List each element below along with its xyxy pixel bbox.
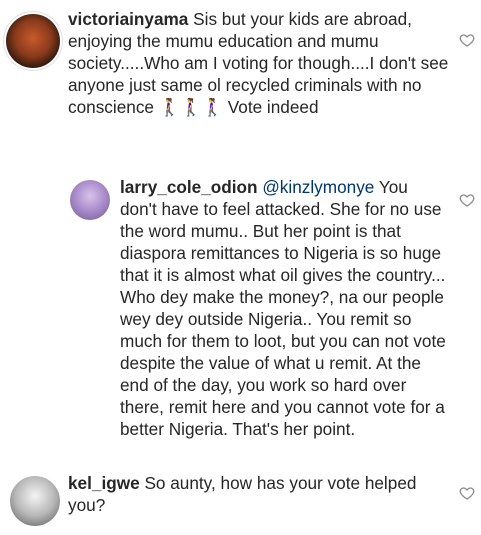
comment-body: kel_igwe So aunty, how has your vote hel…: [68, 472, 454, 516]
comment-username[interactable]: kel_igwe: [68, 473, 140, 493]
avatar[interactable]: [70, 180, 110, 220]
avatar[interactable]: [10, 476, 60, 526]
heart-outline-icon[interactable]: [459, 192, 475, 208]
comment-mention[interactable]: @kinzlymonye: [262, 177, 374, 197]
comment-larry-cole-odion: larry_cole_odion @kinzlymonye You don't …: [0, 170, 481, 460]
heart-outline-icon[interactable]: [459, 485, 475, 501]
comment-body: victoriainyama Sis but your kids are abr…: [68, 8, 458, 118]
comment-username[interactable]: larry_cole_odion: [120, 177, 258, 197]
comment-text: You don't have to feel attacked. She for…: [120, 177, 446, 439]
comment-kel-igwe: kel_igwe So aunty, how has your vote hel…: [0, 467, 481, 535]
comment-victoriainyama: victoriainyama Sis but your kids are abr…: [0, 0, 481, 130]
avatar[interactable]: [6, 14, 60, 68]
comment-body: larry_cole_odion @kinzlymonye You don't …: [120, 176, 448, 440]
comment-username[interactable]: victoriainyama: [68, 9, 188, 29]
heart-outline-icon[interactable]: [459, 32, 475, 48]
